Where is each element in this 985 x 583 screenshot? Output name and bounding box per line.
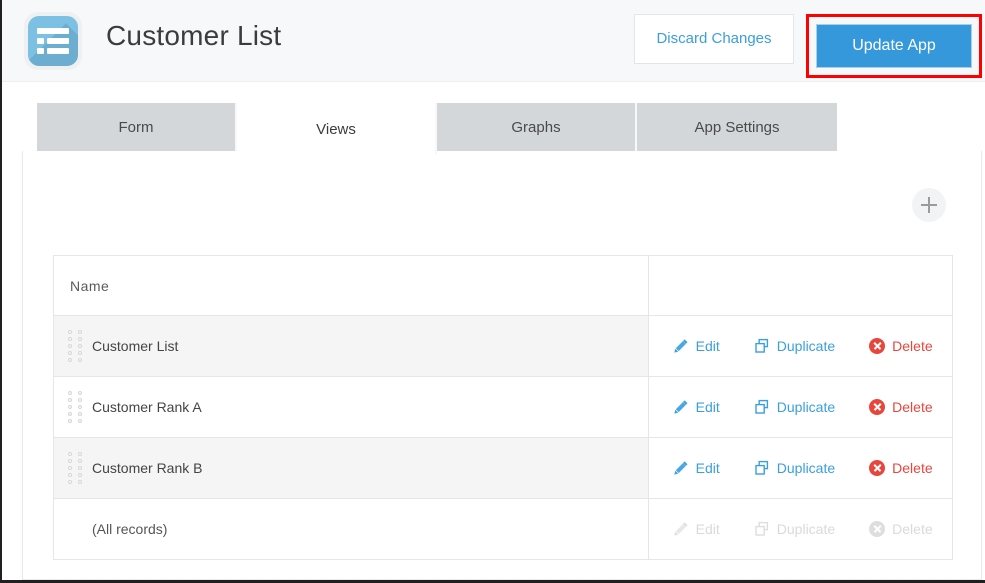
duplicate-action[interactable]: Duplicate [754,399,835,415]
table-row[interactable]: Customer Rank B Edit Duplicate [54,438,953,499]
edit-label: Edit [696,338,720,354]
duplicate-label: Duplicate [777,460,835,476]
update-app-highlight-box: Update App [806,14,982,78]
view-name: Customer List [92,338,178,354]
drag-handle-icon[interactable] [68,453,84,483]
update-app-button[interactable]: Update App [816,24,972,68]
header-actions: Discard Changes Update App [634,14,982,78]
views-panel: Name Customer List [22,151,982,580]
delete-label: Delete [892,338,932,354]
page-title: Customer List [106,20,281,52]
duplicate-icon [754,338,770,354]
tab-views[interactable]: Views [237,103,437,155]
views-table: Name Customer List [53,255,953,560]
table-row: (All records) Edit Duplicate [54,499,953,560]
duplicate-label: Duplicate [777,399,835,415]
duplicate-label: Duplicate [777,521,835,537]
list-app-icon [24,12,82,70]
delete-action[interactable]: Delete [869,338,932,354]
tab-form[interactable]: Form [37,103,237,151]
table-header-row: Name [54,256,953,316]
app-header: Customer List Discard Changes Update App [2,0,985,82]
delete-circle-icon [869,338,885,354]
column-header-name: Name [54,256,649,316]
pencil-icon [673,460,689,476]
discard-changes-button[interactable]: Discard Changes [634,14,794,64]
delete-action-disabled: Delete [869,521,932,537]
tab-app-settings[interactable]: App Settings [637,103,837,151]
edit-label: Edit [696,521,720,537]
duplicate-icon [754,460,770,476]
view-name: Customer Rank B [92,460,202,476]
edit-label: Edit [696,460,720,476]
delete-action[interactable]: Delete [869,460,932,476]
plus-icon[interactable] [912,188,946,222]
duplicate-icon [754,521,770,537]
pencil-icon [673,399,689,415]
duplicate-action-disabled: Duplicate [754,521,835,537]
table-row[interactable]: Customer List Edit Duplicate [54,316,953,377]
drag-handle-icon[interactable] [68,331,84,361]
delete-action[interactable]: Delete [869,399,932,415]
column-header-actions [648,256,952,316]
tab-graphs[interactable]: Graphs [437,103,637,151]
duplicate-icon [754,399,770,415]
pencil-icon [673,521,689,537]
view-name: (All records) [92,521,167,537]
delete-label: Delete [892,399,932,415]
view-name: Customer Rank A [92,399,202,415]
table-row[interactable]: Customer Rank A Edit Duplicate [54,377,953,438]
edit-action[interactable]: Edit [673,338,720,354]
delete-circle-icon [869,460,885,476]
delete-circle-icon [869,399,885,415]
delete-label: Delete [892,521,932,537]
duplicate-action[interactable]: Duplicate [754,460,835,476]
duplicate-action[interactable]: Duplicate [754,338,835,354]
delete-label: Delete [892,460,932,476]
pencil-icon [673,338,689,354]
drag-handle-icon[interactable] [68,392,84,422]
delete-circle-icon [869,521,885,537]
duplicate-label: Duplicate [777,338,835,354]
edit-action[interactable]: Edit [673,460,720,476]
edit-action-disabled: Edit [673,521,720,537]
edit-label: Edit [696,399,720,415]
edit-action[interactable]: Edit [673,399,720,415]
tab-bar: Form Views Graphs App Settings [37,103,837,155]
